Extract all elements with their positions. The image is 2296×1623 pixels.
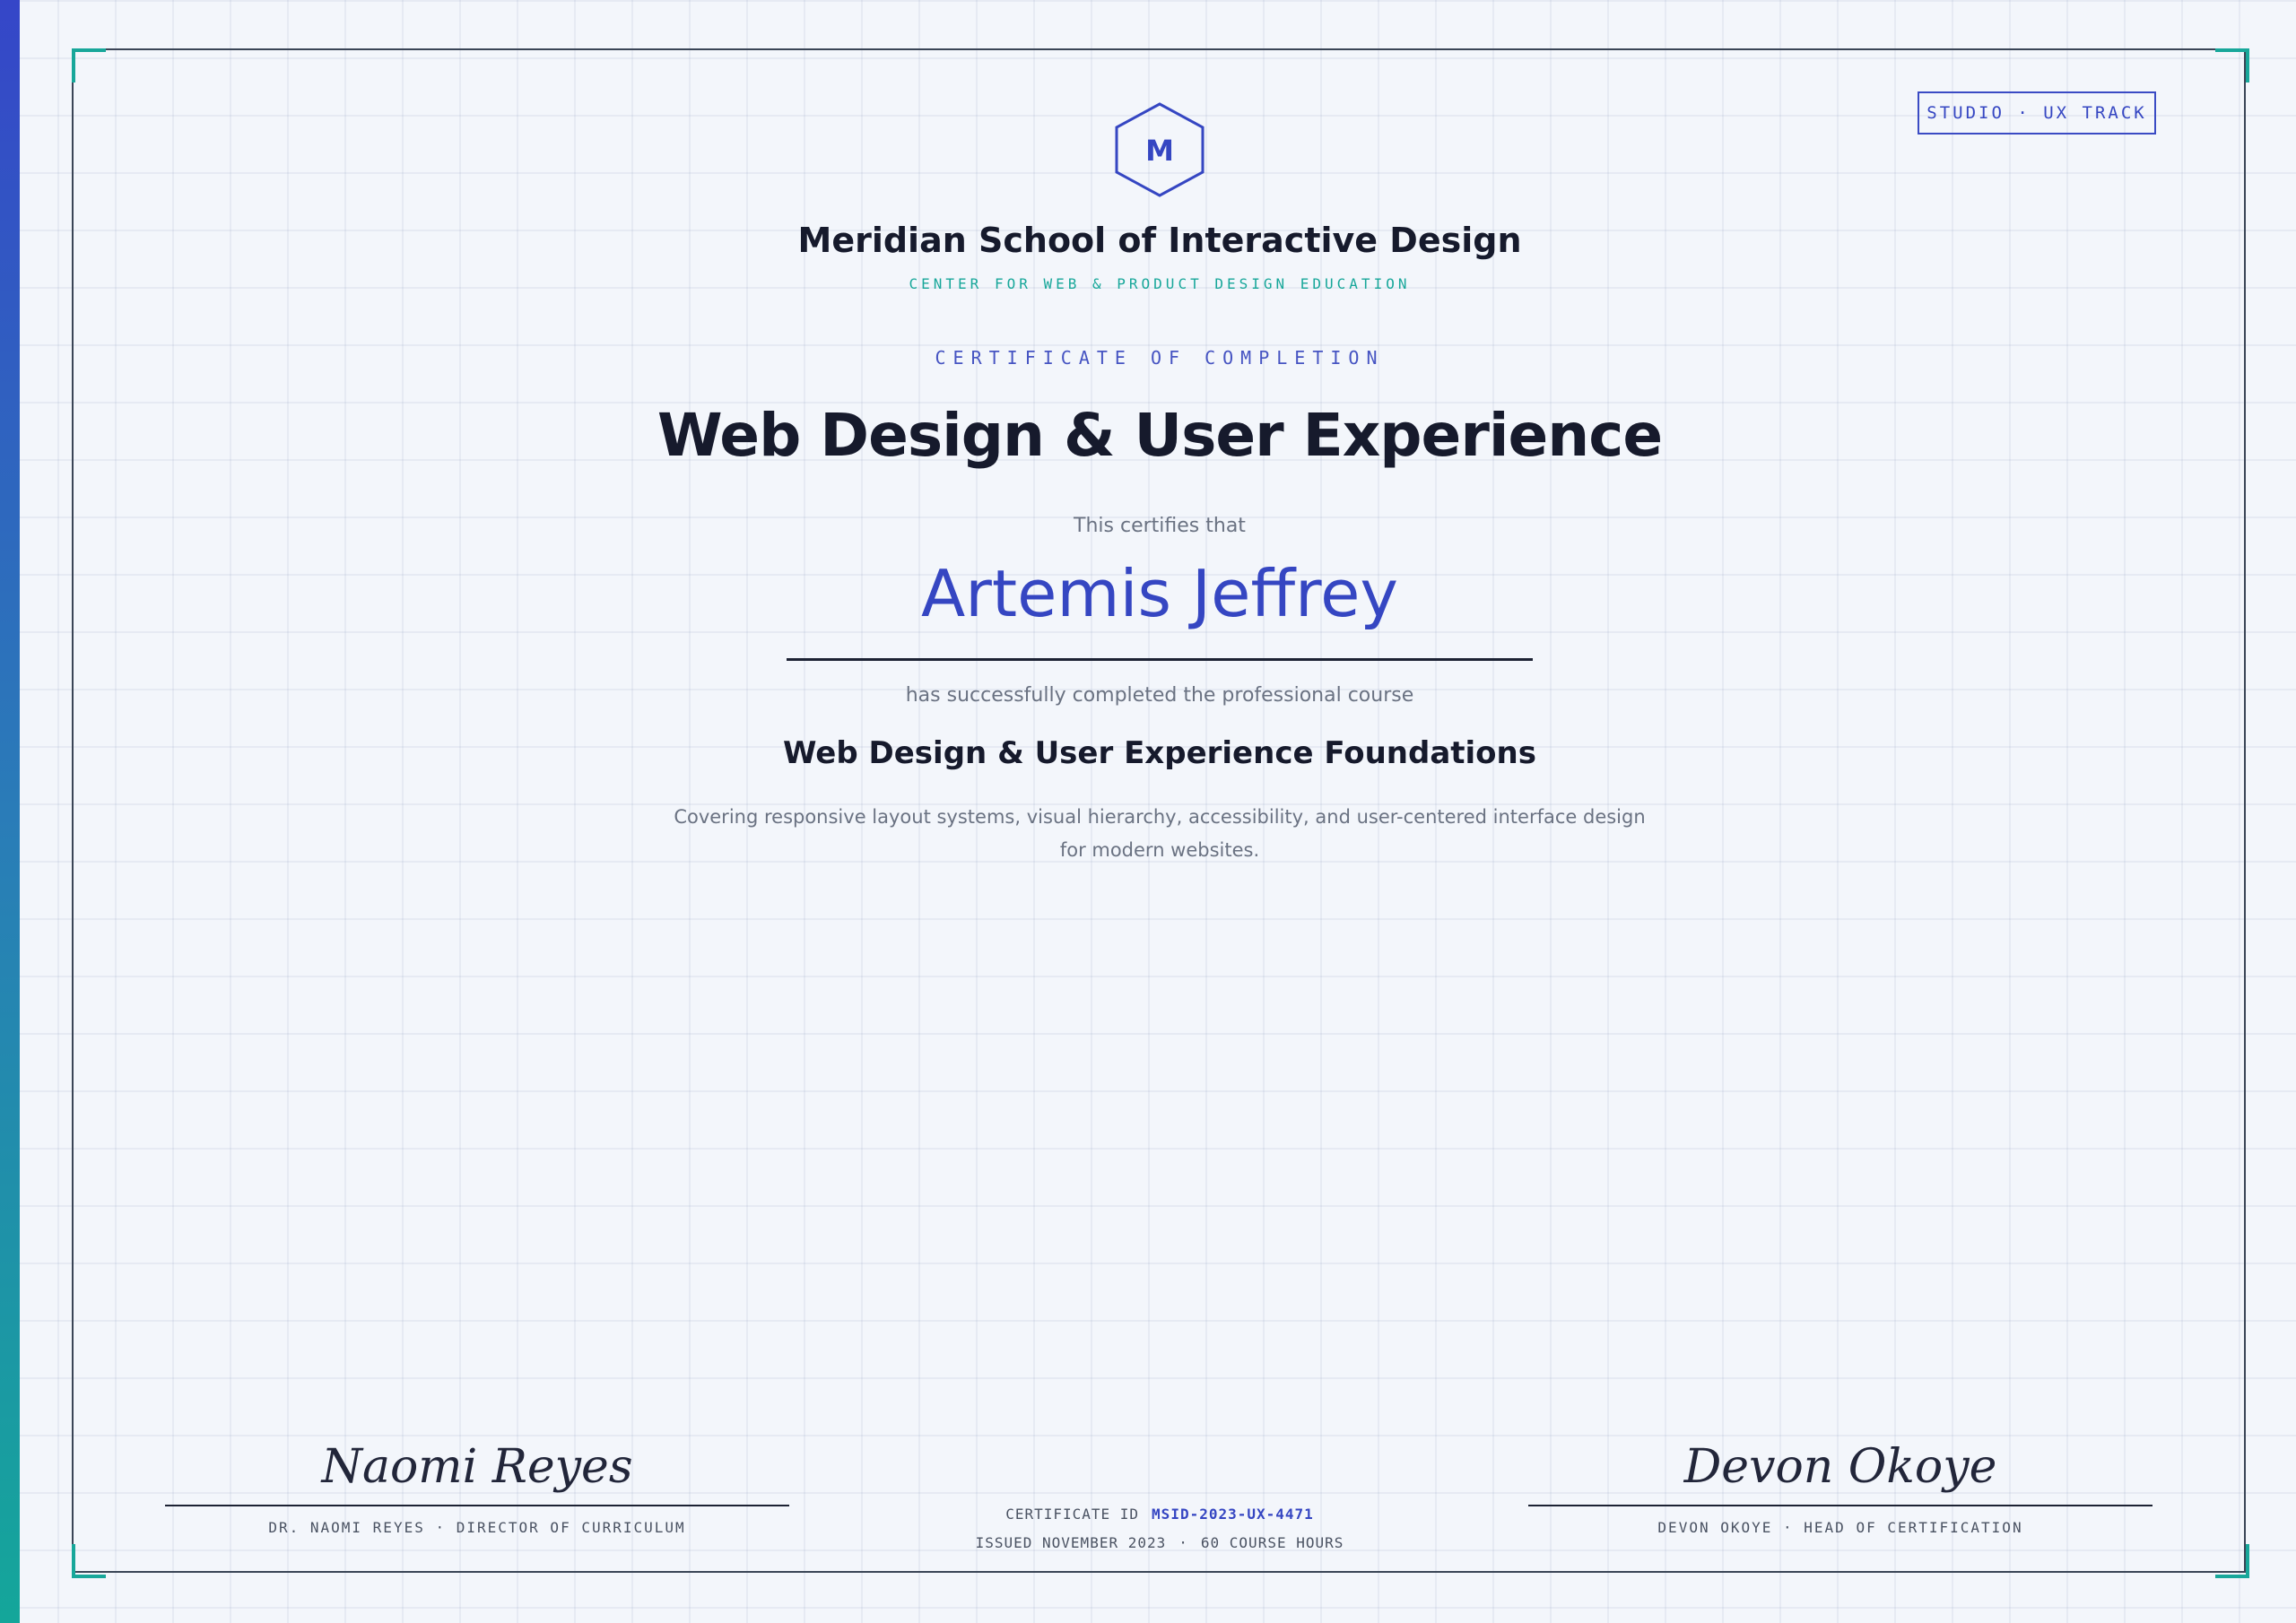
institution-name: Meridian School of Interactive Design	[797, 221, 1522, 260]
meta-separator: ·	[1178, 1534, 1188, 1551]
corner-accent-top-left	[72, 48, 106, 82]
signature-line	[165, 1505, 789, 1506]
certificate-kicker: CERTIFICATE OF COMPLETION	[935, 347, 1385, 369]
certificate-id-line: CERTIFICATE ID MSID-2023-UX-4471	[891, 1500, 1429, 1529]
corner-accent-bottom-left	[72, 1544, 106, 1578]
corner-accent-top-right	[2215, 48, 2249, 82]
course-hours: 60 COURSE HOURS	[1200, 1534, 1344, 1551]
signatory-title: DEVON OKOYE · HEAD OF CERTIFICATION	[1657, 1519, 2023, 1536]
signature-devon-okoye: Devon Okoye	[1683, 1440, 1997, 1494]
certificate-title: Web Design & User Experience	[657, 401, 1663, 470]
signature-naomi-reyes: Naomi Reyes	[321, 1440, 633, 1494]
certificate-id-value: MSID-2023-UX-4471	[1152, 1506, 1314, 1523]
certificate-meta: CERTIFICATE ID MSID-2023-UX-4471 ISSUED N…	[891, 1500, 1429, 1558]
signatory-title: DR. NAOMI REYES · DIRECTOR OF CURRICULUM	[268, 1519, 686, 1536]
certificate-id-label: CERTIFICATE ID	[1005, 1506, 1140, 1523]
signature-block-left: Naomi Reyes DR. NAOMI REYES · DIRECTOR O…	[165, 1431, 789, 1536]
track-badge: STUDIO · UX TRACK	[1918, 91, 2156, 135]
institution-subtitle: CENTER FOR WEB & PRODUCT DESIGN EDUCATIO…	[909, 275, 1411, 292]
recipient-underline	[787, 658, 1533, 661]
course-name: Web Design & User Experience Foundations	[783, 735, 1536, 771]
completed-text: has successfully completed the professio…	[905, 684, 1414, 707]
recipient-name: Artemis Jeffrey	[921, 556, 1398, 631]
issue-info-line: ISSUED NOVEMBER 2023 · 60 COURSE HOURS	[891, 1529, 1429, 1558]
logo-letter: M	[1145, 134, 1174, 168]
hexagon-logo-icon: M	[1113, 101, 1206, 198]
signature-line	[1528, 1505, 2152, 1506]
certifies-text: This certifies that	[1074, 515, 1246, 537]
course-description: Covering responsive layout systems, visu…	[674, 806, 1646, 861]
issued-date: ISSUED NOVEMBER 2023	[975, 1534, 1167, 1551]
signature-block-right: Devon Okoye DEVON OKOYE · HEAD OF CERTIF…	[1528, 1431, 2152, 1536]
corner-accent-bottom-right	[2215, 1544, 2249, 1578]
